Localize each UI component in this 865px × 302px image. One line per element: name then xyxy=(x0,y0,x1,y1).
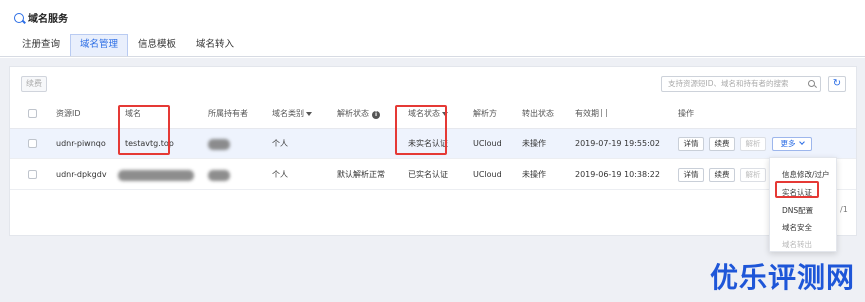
column-expiry-label: 有效期 xyxy=(575,109,599,118)
domain-status-cell: 已实名认证 xyxy=(408,170,448,179)
transfer-status-cell: 未操作 xyxy=(522,139,546,148)
resolver-cell: UCloud xyxy=(473,170,502,179)
row-checkbox[interactable] xyxy=(28,170,37,179)
domain-service-icon xyxy=(14,12,24,23)
menu-item-info-modify[interactable]: 信息修改/过户 xyxy=(782,169,830,180)
search-icon xyxy=(808,80,815,87)
menu-item-domain-security[interactable]: 域名安全 xyxy=(782,222,812,233)
tab-register-query[interactable]: 注册查询 xyxy=(12,34,70,56)
highlight-domain xyxy=(118,105,170,155)
column-actions: 操作 xyxy=(678,109,694,118)
redacted-domain xyxy=(118,170,194,181)
service-title: 域名服务 xyxy=(14,10,68,25)
table-row: udnr-dpkgdv 个人 默认解析正常 已实名认证 UCloud 未操作 2… xyxy=(10,160,856,190)
tab-domain-management[interactable]: 域名管理 xyxy=(70,34,129,56)
expiry-cell: 2019-07-19 19:55:02 xyxy=(575,139,660,148)
resource-id-cell: udnr-dpkgdv xyxy=(56,170,107,179)
detail-button[interactable]: 详情 xyxy=(678,137,704,151)
site-watermark: 优乐评测网 xyxy=(710,261,856,294)
resolve-status-cell: 默认解析正常 xyxy=(337,170,385,179)
bulk-renew-button[interactable]: 续费 xyxy=(21,76,47,92)
resolve-button[interactable]: 解析 xyxy=(740,168,766,182)
refresh-button[interactable]: ↻ xyxy=(828,76,846,92)
column-holder: 所属持有者 xyxy=(208,109,248,118)
category-cell: 个人 xyxy=(272,139,288,148)
transfer-status-cell: 未操作 xyxy=(522,170,546,179)
column-category-label: 域名类别 xyxy=(272,109,304,118)
tab-info-template[interactable]: 信息模板 xyxy=(128,34,186,56)
row-checkbox[interactable] xyxy=(28,139,37,148)
redacted-holder xyxy=(208,170,230,181)
redacted-holder xyxy=(208,139,230,150)
select-all-checkbox[interactable] xyxy=(28,109,37,118)
menu-item-transfer-out: 域名转出 xyxy=(782,240,812,249)
filter-icon[interactable] xyxy=(306,112,312,116)
tab-bar: 注册查询 域名管理 信息模板 域名转入 xyxy=(12,34,244,56)
top-bar: 域名服务 注册查询 域名管理 信息模板 域名转入 xyxy=(0,0,865,58)
column-resolve-status-label: 解析状态 xyxy=(337,109,369,118)
highlight-real-name-auth xyxy=(775,181,819,198)
menu-item-dns-config[interactable]: DNS配置 xyxy=(782,205,813,216)
column-transfer-status: 转出状态 xyxy=(522,109,554,118)
service-title-text: 域名服务 xyxy=(28,14,68,25)
renew-button[interactable]: 续费 xyxy=(709,168,735,182)
more-menu: 信息修改/过户 实名认证 DNS配置 域名安全 域名转出 xyxy=(769,157,837,252)
sort-icon[interactable] xyxy=(601,109,607,117)
resource-id-cell: udnr-piwnqo xyxy=(56,139,106,148)
column-resolver: 解析方 xyxy=(473,109,497,118)
category-cell: 个人 xyxy=(272,170,288,179)
info-icon[interactable]: i xyxy=(372,111,380,119)
column-resolve-status: 解析状态 i xyxy=(337,99,380,129)
more-button[interactable]: 更多 xyxy=(772,137,812,151)
search-input[interactable]: 支持资源短ID、域名和持有者的搜索 xyxy=(661,76,821,92)
column-resource-id: 资源ID xyxy=(56,109,81,118)
expiry-cell: 2019-06-19 10:38:22 xyxy=(575,170,660,179)
detail-button[interactable]: 详情 xyxy=(678,168,704,182)
chevron-down-icon xyxy=(798,139,805,145)
highlight-domain-status xyxy=(395,105,447,155)
tab-domain-transfer-in[interactable]: 域名转入 xyxy=(186,34,244,56)
renew-button[interactable]: 续费 xyxy=(709,137,735,151)
column-expiry[interactable]: 有效期 xyxy=(575,99,607,129)
column-category[interactable]: 域名类别 xyxy=(272,99,312,129)
tabs-divider xyxy=(0,56,865,57)
resolve-button[interactable]: 解析 xyxy=(740,137,766,151)
more-button-label: 更多 xyxy=(780,139,796,148)
refresh-icon: ↻ xyxy=(832,78,842,89)
resolver-cell: UCloud xyxy=(473,139,502,148)
pagination-fragment: /1 xyxy=(840,205,848,214)
